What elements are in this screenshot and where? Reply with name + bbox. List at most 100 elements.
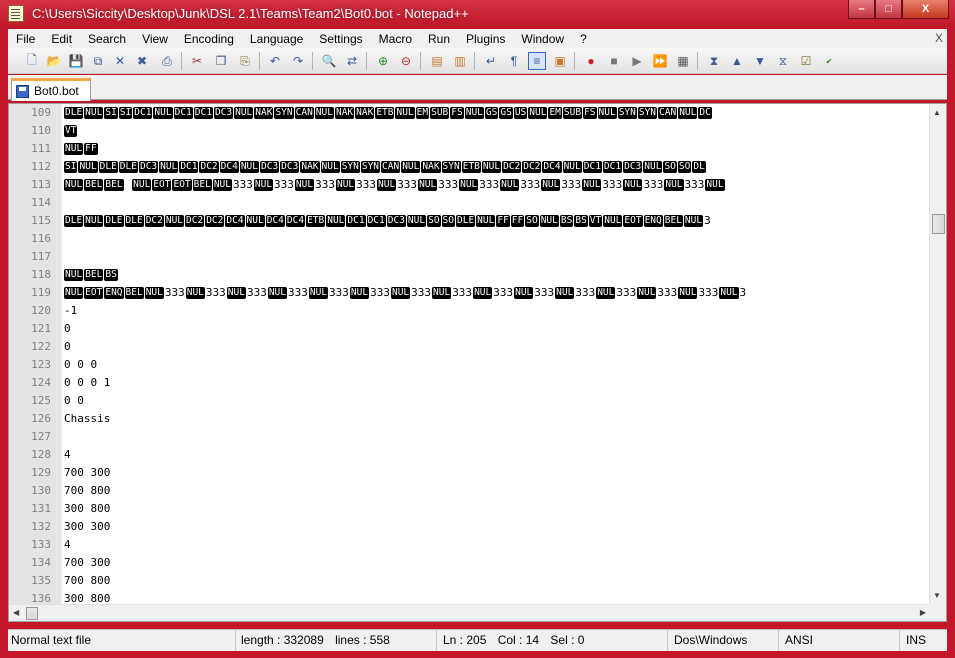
save-all-icon[interactable]: ⧉ — [89, 52, 107, 70]
code-line[interactable]: 0 0 0 — [64, 356, 927, 374]
menu-file[interactable]: File — [8, 32, 43, 46]
sync-vertical-icon[interactable]: ▤ — [428, 52, 446, 70]
horizontal-scroll-thumb[interactable] — [26, 607, 38, 620]
status-encoding[interactable]: ANSI — [782, 630, 900, 651]
open-file-icon[interactable]: 📂 — [45, 52, 63, 70]
menu-view[interactable]: View — [134, 32, 176, 46]
scroll-up-icon[interactable]: ▲ — [933, 108, 941, 117]
status-eol[interactable]: Dos\Windows — [671, 630, 779, 651]
close-icon[interactable]: ✕ — [111, 52, 129, 70]
text-token: 3 — [704, 214, 711, 227]
code-line[interactable]: 300 800 — [64, 500, 927, 518]
show-all-chars-icon[interactable]: ¶ — [505, 52, 523, 70]
code-line[interactable]: NUL FF — [64, 140, 927, 158]
next-icon[interactable]: ▼ — [751, 52, 769, 70]
code-line[interactable]: 700 800 — [64, 572, 927, 590]
code-line[interactable]: NUL BEL BS — [64, 266, 927, 284]
zoom-in-icon[interactable]: ⊕ — [374, 52, 392, 70]
code-line[interactable]: 0 — [64, 338, 927, 356]
code-line[interactable]: DLE NUL SI SI DC1 NUL DC1 DC1 DC3 NUL NAK SYN CAN NUL… — [64, 104, 927, 122]
code-line[interactable]: 700 300 — [64, 554, 927, 572]
replace-icon[interactable]: ⇄ — [343, 52, 361, 70]
close-window-button[interactable]: X — [902, 0, 949, 19]
scroll-right-icon[interactable]: ▶ — [920, 608, 926, 617]
record-macro-icon[interactable]: ● — [582, 52, 600, 70]
stop-record-icon[interactable]: ■ — [605, 52, 623, 70]
menu-help[interactable]: ? — [572, 32, 595, 46]
code-line[interactable]: NUL EOT ENQ BEL NUL 333 NUL 333 NUL 333 NUL 333 NUL 3… — [64, 284, 927, 302]
horizontal-scrollbar[interactable]: ◀ ▶ — [9, 604, 930, 621]
menu-settings[interactable]: Settings — [311, 32, 370, 46]
menu-encoding[interactable]: Encoding — [176, 32, 242, 46]
code-line[interactable]: Chassis — [64, 410, 927, 428]
menu-edit[interactable]: Edit — [43, 32, 80, 46]
prev-icon[interactable]: ▲ — [728, 52, 746, 70]
fold-margin[interactable] — [61, 104, 63, 604]
control-char-token: DC3 — [213, 107, 234, 119]
menu-macro[interactable]: Macro — [371, 32, 420, 46]
abc-check-icon[interactable]: ✔ — [820, 52, 838, 70]
text-editor[interactable]: 109 110 111 112 113 114 115 116 117 118 119 120 121 1… — [8, 103, 947, 622]
user-lang-icon[interactable]: ▣ — [551, 52, 569, 70]
minimize-button[interactable]: – — [848, 0, 875, 19]
scroll-down-icon[interactable]: ▼ — [933, 591, 941, 600]
tab-bot0[interactable]: Bot0.bot — [11, 78, 91, 101]
code-line[interactable]: 4 — [64, 536, 927, 554]
zoom-out-icon[interactable]: ⊖ — [397, 52, 415, 70]
spell-check-icon[interactable]: ☑ — [797, 52, 815, 70]
run-macro-multiple-icon[interactable]: ⏩ — [651, 52, 669, 70]
code-line[interactable]: NUL BEL BEL NUL EOT EOT BEL NUL 333 NUL 333 NUL 333… — [64, 176, 927, 194]
code-line[interactable] — [64, 428, 927, 446]
code-line[interactable]: VT — [64, 122, 927, 140]
code-line[interactable] — [64, 248, 927, 266]
print-icon[interactable]: ⎙ — [158, 52, 176, 70]
menu-window[interactable]: Window — [513, 32, 572, 46]
code-line[interactable]: DLE NUL DLE DLE DC2 NUL DC2 DC2 DC4 NUL DC4 DC4 ETB N… — [64, 212, 927, 230]
control-char-token: NUL — [562, 161, 582, 173]
menu-search[interactable]: Search — [80, 32, 134, 46]
save-macro-icon[interactable]: ▦ — [674, 52, 692, 70]
code-line[interactable]: 0 — [64, 320, 927, 338]
expand-icon[interactable]: ⧖ — [774, 52, 792, 70]
redo-icon[interactable]: ↷ — [289, 52, 307, 70]
code-line[interactable]: 0 0 — [64, 392, 927, 410]
menu-plugins[interactable]: Plugins — [458, 32, 513, 46]
vertical-scrollbar[interactable]: ▲ ▼ — [929, 104, 946, 604]
code-line[interactable]: 4 — [64, 446, 927, 464]
menu-run[interactable]: Run — [420, 32, 458, 46]
collapse-icon[interactable]: ⧗ — [705, 52, 723, 70]
code-line[interactable]: 700 300 — [64, 464, 927, 482]
code-line[interactable]: 0 0 0 1 — [64, 374, 927, 392]
code-line[interactable] — [64, 194, 927, 212]
code-line[interactable]: 300 800 — [64, 590, 927, 604]
vertical-scroll-thumb[interactable] — [932, 214, 945, 234]
status-position: Ln : 205 Col : 14 Sel : 0 — [440, 630, 668, 651]
play-macro-icon[interactable]: ▶ — [628, 52, 646, 70]
title-bar[interactable]: C:\Users\Siccity\Desktop\Junk\DSL 2.1\Te… — [0, 0, 955, 28]
line-number: 131 — [31, 502, 51, 515]
close-document-button[interactable]: X — [935, 31, 943, 45]
scroll-left-icon[interactable]: ◀ — [13, 608, 19, 617]
code-line[interactable]: -1 — [64, 302, 927, 320]
indent-guide-icon[interactable]: ≡ — [528, 52, 546, 70]
menu-language[interactable]: Language — [242, 32, 311, 46]
code-line[interactable] — [64, 230, 927, 248]
status-insert-mode[interactable]: INS — [903, 630, 947, 651]
save-icon[interactable]: 💾 — [67, 52, 85, 70]
copy-icon[interactable]: ❐ — [212, 52, 230, 70]
find-icon[interactable]: 🔍 — [320, 52, 338, 70]
editor-content[interactable]: DLE NUL SI SI DC1 NUL DC1 DC1 DC3 NUL NAK SYN CAN NUL… — [64, 104, 927, 604]
paste-icon[interactable]: ⎘ — [236, 52, 254, 70]
word-wrap-icon[interactable]: ↵ — [482, 52, 500, 70]
undo-icon[interactable]: ↶ — [266, 52, 284, 70]
cut-icon[interactable]: ✂ — [188, 52, 206, 70]
close-all-icon[interactable]: ✖ — [133, 52, 151, 70]
notepad-app-icon[interactable] — [8, 5, 24, 22]
code-line[interactable]: 300 300 — [64, 518, 927, 536]
new-file-icon[interactable]: 🗋 — [23, 52, 41, 70]
control-char-token: DLE — [64, 215, 84, 227]
sync-horizontal-icon[interactable]: ▥ — [451, 52, 469, 70]
maximize-button[interactable]: □ — [875, 0, 902, 19]
code-line[interactable]: 700 800 — [64, 482, 927, 500]
code-line[interactable]: SI NUL DLE DLE DC3 NUL DC1 DC2 DC4 NUL DC3 DC3 NAK NU… — [64, 158, 927, 176]
